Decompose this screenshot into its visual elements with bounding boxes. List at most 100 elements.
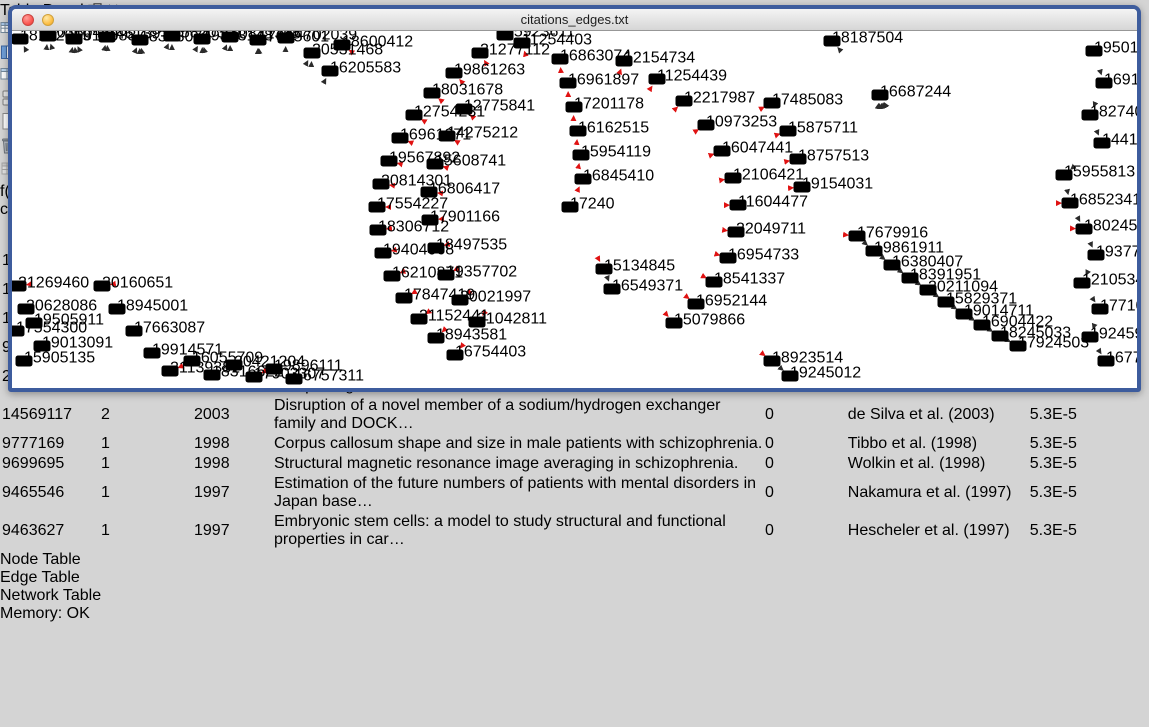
graph-node[interactable]: 15955813 xyxy=(1056,164,1136,181)
graph-node[interactable]: 16757311 xyxy=(286,368,365,385)
graph-node[interactable]: 17924503 xyxy=(1010,335,1090,352)
cell-title[interactable]: Structural magnetic resonance image aver… xyxy=(274,455,763,473)
cell-short[interactable]: Tibbo et al. (1998) xyxy=(848,435,1028,453)
tab-node-table[interactable]: Node Table xyxy=(0,551,1149,569)
cell-name[interactable]: 9465546 xyxy=(2,475,99,511)
graph-node[interactable]: 16687244 xyxy=(872,84,952,101)
graph-node[interactable]: 17240 xyxy=(562,196,615,213)
graph-node[interactable]: 21269460 xyxy=(12,275,89,292)
cell-year[interactable]: 1998 xyxy=(194,435,272,453)
graph-node[interactable]: 18024511 xyxy=(1076,218,1138,235)
graph-node[interactable]: 19505911 xyxy=(26,312,105,329)
graph-node[interactable]: 18541337 xyxy=(706,271,786,288)
graph-node[interactable]: 16952144 xyxy=(688,293,768,310)
cell-out-degree[interactable]: 0 xyxy=(765,455,846,473)
cell-in-degree[interactable]: 1 xyxy=(101,513,192,549)
table-row[interactable]: 946362711997Embryonic stem cells: a mode… xyxy=(2,513,1127,549)
table-row[interactable]: 969969511998Structural magnetic resonanc… xyxy=(2,455,1127,473)
graph-node[interactable]: 19501517 xyxy=(1086,40,1138,57)
cell-title[interactable]: Embryonic stem cells: a model to study s… xyxy=(274,513,763,549)
graph-node[interactable]: 20021997 xyxy=(452,289,532,306)
graph-node[interactable]: 12217987 xyxy=(676,90,756,107)
graph-node[interactable]: 16162515 xyxy=(570,120,650,137)
cell-short[interactable]: de Silva et al. (2003) xyxy=(848,397,1028,433)
citation-network-graph[interactable]: 1724021277112198612631803167812754231169… xyxy=(12,31,1137,387)
cell-pagerank[interactable]: 5.3E-5 xyxy=(1030,475,1127,511)
graph-node[interactable]: 16754403 xyxy=(447,344,527,361)
cell-title[interactable]: Corpus callosum shape and size in male p… xyxy=(274,435,763,453)
graph-node[interactable]: 11254439 xyxy=(649,68,728,85)
graph-node[interactable]: 15905135 xyxy=(16,350,96,367)
cell-year[interactable]: 2003 xyxy=(194,397,272,433)
graph-node[interactable]: 20531468 xyxy=(304,42,384,59)
graph-node[interactable]: 18274011 xyxy=(1082,104,1138,121)
cell-short[interactable]: Hescheler et al. (1997) xyxy=(848,513,1028,549)
graph-node[interactable]: 10973253 xyxy=(698,114,778,131)
graph-node[interactable]: 22049711 xyxy=(728,221,807,238)
graph-node[interactable]: 14410904 xyxy=(1094,132,1138,149)
cell-out-degree[interactable]: 0 xyxy=(765,397,846,433)
cell-out-degree[interactable]: 0 xyxy=(765,475,846,511)
graph-node[interactable]: 15608741 xyxy=(427,153,507,170)
cell-name[interactable]: 14569117 xyxy=(2,397,99,433)
graph-node[interactable]: 16852341 xyxy=(1062,192,1138,209)
cell-in-degree[interactable]: 1 xyxy=(101,435,192,453)
cell-out-degree[interactable]: 0 xyxy=(765,513,846,549)
graph-node[interactable]: 12105344 xyxy=(1074,272,1138,289)
graph-node[interactable]: 16954733 xyxy=(720,247,800,264)
graph-node[interactable]: 17201178 xyxy=(566,96,645,113)
graph-node[interactable]: 19245012 xyxy=(782,365,862,382)
zoom-window-button[interactable] xyxy=(62,14,74,26)
graph-node[interactable]: 11604477 xyxy=(730,194,809,211)
cell-name[interactable]: 9463627 xyxy=(2,513,99,549)
table-row[interactable]: 977716911998Corpus callosum shape and si… xyxy=(2,435,1127,453)
cell-short[interactable]: Nakamura et al. (1997) xyxy=(848,475,1028,511)
cell-in-degree[interactable]: 1 xyxy=(101,455,192,473)
graph-node[interactable]: 18945001 xyxy=(109,298,189,315)
cell-pagerank[interactable]: 5.3E-5 xyxy=(1030,397,1127,433)
table-row[interactable]: 946554611997Estimation of the future num… xyxy=(2,475,1127,511)
graph-node[interactable]: 21042811 xyxy=(469,311,548,328)
cell-name[interactable]: 9777169 xyxy=(2,435,99,453)
graph-node[interactable]: 16772412 xyxy=(1098,350,1138,367)
close-window-button[interactable] xyxy=(22,14,34,26)
graph-node[interactable]: 17710361 xyxy=(1092,298,1138,315)
graph-node[interactable]: 15079866 xyxy=(666,312,746,329)
graph-node[interactable]: 17901166 xyxy=(422,209,501,226)
table-row[interactable]: 1456911722003Disruption of a novel membe… xyxy=(2,397,1127,433)
cell-pagerank[interactable]: 5.3E-5 xyxy=(1030,435,1127,453)
graph-node[interactable]: 19861263 xyxy=(446,62,526,79)
graph-node[interactable]: 19245901 xyxy=(1082,326,1138,343)
graph-node[interactable]: 15875711 xyxy=(780,120,859,137)
graph-node[interactable]: 18187504 xyxy=(824,31,904,47)
graph-node[interactable]: 18497535 xyxy=(428,237,508,254)
tab-network-table[interactable]: Network Table xyxy=(0,587,1149,605)
cell-year[interactable]: 1997 xyxy=(194,475,272,511)
cell-short[interactable]: Wolkin et al. (1998) xyxy=(848,455,1028,473)
graph-node[interactable]: 18031678 xyxy=(424,82,504,99)
graph-node[interactable]: 16549371 xyxy=(604,278,684,295)
cell-out-degree[interactable]: 0 xyxy=(765,435,846,453)
graph-node[interactable]: 18757513 xyxy=(790,148,870,165)
graph-node[interactable]: 16845410 xyxy=(575,168,655,185)
graph-node[interactable]: 14275212 xyxy=(439,125,519,142)
cell-year[interactable]: 1997 xyxy=(194,513,272,549)
graph-node[interactable]: 12154734 xyxy=(616,50,696,67)
graph-node[interactable]: 12106421 xyxy=(725,167,805,184)
graph-node[interactable]: 19357702 xyxy=(438,264,518,281)
graph-node[interactable]: 16911204 xyxy=(1096,72,1138,89)
cell-title[interactable]: Disruption of a novel member of a sodium… xyxy=(274,397,763,433)
window-titlebar[interactable]: citations_edges.txt xyxy=(12,9,1137,31)
cell-name[interactable]: 9699695 xyxy=(2,455,99,473)
graph-node[interactable]: 19154031 xyxy=(794,176,874,193)
network-canvas[interactable]: 1724021277112198612631803167812754231169… xyxy=(12,31,1137,392)
graph-node[interactable]: 16047441 xyxy=(714,140,794,157)
graph-node[interactable]: 16961897 xyxy=(560,72,640,89)
graph-node[interactable]: 16806417 xyxy=(421,181,501,198)
graph-node[interactable]: 15954119 xyxy=(573,144,652,161)
graph-node[interactable]: 16205583 xyxy=(322,60,402,77)
tab-edge-table[interactable]: Edge Table xyxy=(0,569,1149,587)
cell-in-degree[interactable]: 2 xyxy=(101,397,192,433)
graph-node[interactable]: 12775841 xyxy=(456,98,536,115)
graph-node[interactable]: 17485083 xyxy=(764,92,844,109)
